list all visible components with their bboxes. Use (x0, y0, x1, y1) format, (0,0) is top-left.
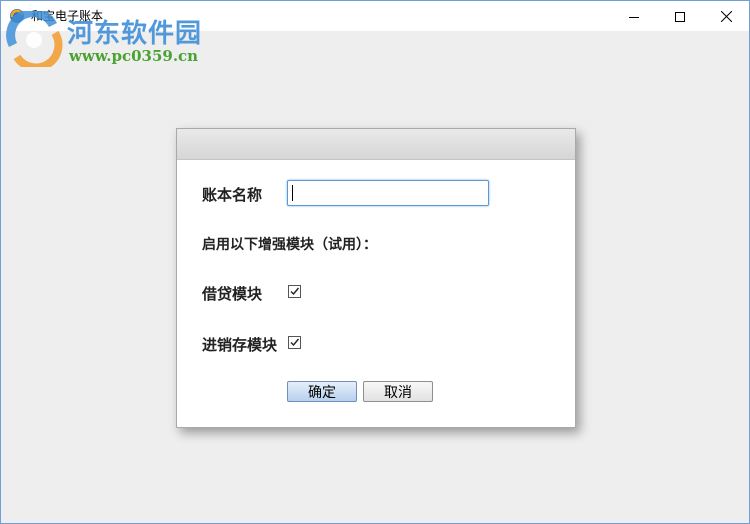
ok-button[interactable]: 确定 (287, 381, 357, 402)
close-icon (720, 7, 732, 26)
account-name-input[interactable] (287, 180, 489, 206)
inventory-module-label: 进销存模块 (202, 336, 278, 354)
account-name-label: 账本名称 (202, 186, 263, 204)
create-account-dialog: 账本名称 启用以下增强模块（试用）： 借贷模块 进销存模块 确定 取消 (176, 128, 576, 428)
loan-module-checkbox[interactable] (288, 285, 301, 298)
dialog-header (177, 129, 575, 160)
cancel-button[interactable]: 取消 (363, 381, 433, 402)
text-caret (292, 185, 293, 201)
watermark-url: www.pc0359.cn (69, 47, 199, 65)
inventory-module-checkbox[interactable] (288, 336, 301, 349)
app-window: 和宝电子账本 河东软件园 www.pc0359.cn 账本名称 启用以下增强模块… (0, 0, 750, 524)
maximize-icon (675, 7, 685, 26)
maximize-button[interactable] (657, 1, 703, 31)
checkmark-icon (290, 287, 300, 296)
close-button[interactable] (703, 1, 749, 31)
watermark-title: 河东软件园 (67, 19, 203, 49)
enhance-modules-label: 启用以下增强模块（试用）： (202, 237, 377, 253)
checkmark-icon (290, 338, 300, 347)
minimize-icon (629, 7, 639, 26)
watermark-logo-icon (5, 8, 63, 72)
loan-module-label: 借贷模块 (202, 285, 263, 303)
minimize-button[interactable] (611, 1, 657, 31)
